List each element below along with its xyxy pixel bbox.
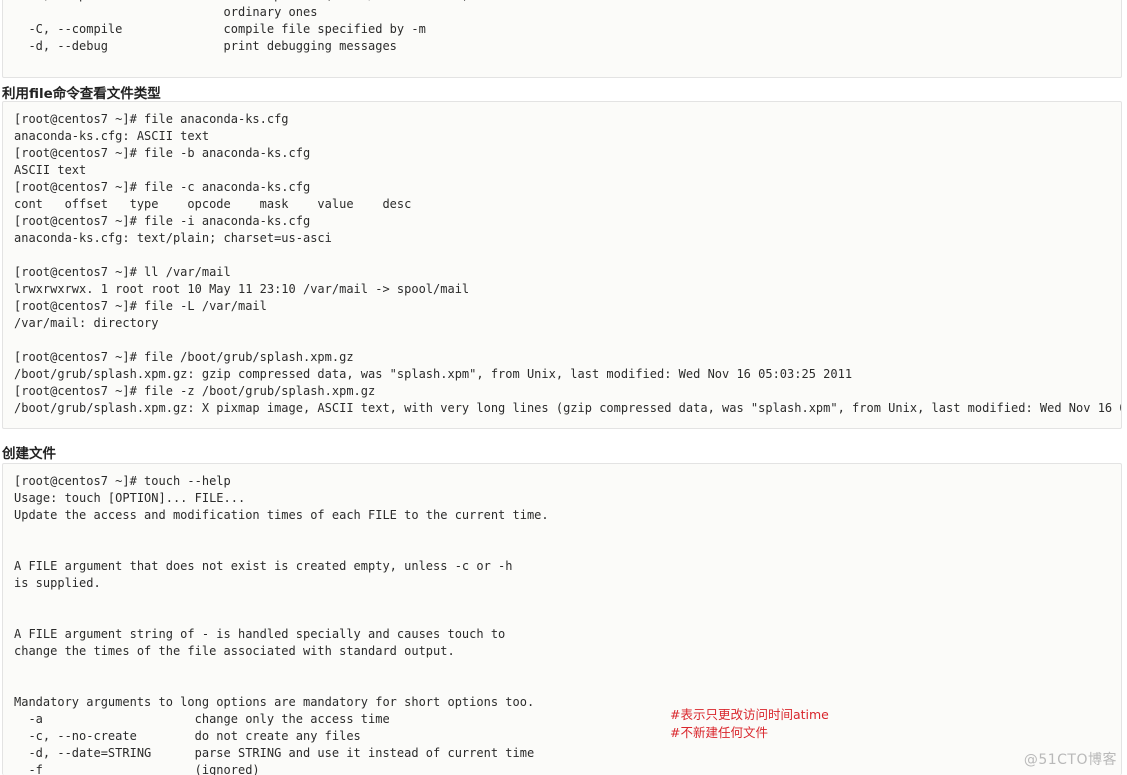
code-block-file-demo: [root@centos7 ~]# file anaconda-ks.cfg a… (2, 101, 1122, 429)
code-block-touch-help: [root@centos7 ~]# touch --help Usage: to… (2, 463, 1122, 775)
section-heading-file-command: 利用file命令查看文件类型 (2, 86, 161, 102)
annotation-no-create: #不新建任何文件 (670, 725, 768, 740)
section-heading-create-file: 创建文件 (2, 446, 56, 462)
code-block-file-help: -s, --special-files treat special (block… (2, 0, 1122, 78)
terminal-output-file-help: -s, --special-files treat special (block… (28, 0, 534, 53)
terminal-output-touch-help: [root@centos7 ~]# touch --help Usage: to… (14, 474, 549, 775)
page-root: -s, --special-files treat special (block… (0, 0, 1127, 775)
annotation-atime: #表示只更改访问时间atime (670, 707, 829, 722)
watermark: @51CTO博客 (1023, 752, 1117, 768)
terminal-output-file-demo: [root@centos7 ~]# file anaconda-ks.cfg a… (14, 112, 1121, 415)
